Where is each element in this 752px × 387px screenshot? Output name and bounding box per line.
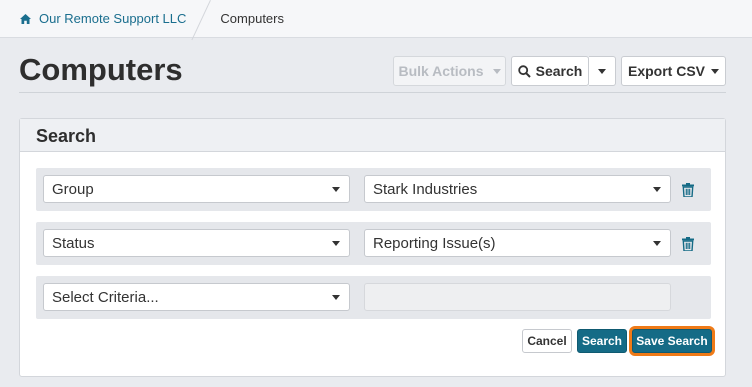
criteria-value: Reporting Issue(s) xyxy=(373,235,496,252)
trash-icon[interactable] xyxy=(682,237,694,251)
chevron-down-icon xyxy=(492,68,501,74)
criteria-value-select[interactable]: Reporting Issue(s) xyxy=(364,229,671,257)
criteria-field-select[interactable]: Status xyxy=(43,229,350,257)
search-button[interactable]: Search xyxy=(577,329,627,353)
criteria-row: Status Reporting Issue(s) xyxy=(36,222,711,265)
chevron-down-icon xyxy=(711,68,719,74)
search-panel-title: Search xyxy=(20,119,725,152)
criteria-field-select[interactable]: Select Criteria... xyxy=(43,283,350,311)
breadcrumb-org-label[interactable]: Our Remote Support LLC xyxy=(39,11,186,26)
search-panel: Search Group Stark Industries Status Rep… xyxy=(19,118,726,377)
save-search-label: Save Search xyxy=(636,334,708,348)
cancel-button[interactable]: Cancel xyxy=(522,329,572,353)
chevron-down-icon xyxy=(332,187,340,192)
search-toggle-label: Search xyxy=(535,63,583,79)
criteria-field-value: Status xyxy=(52,235,95,252)
search-options-dropdown[interactable] xyxy=(589,56,616,86)
export-csv-label: Export CSV xyxy=(627,63,705,79)
criteria-field-value: Group xyxy=(52,181,94,198)
chevron-down-icon xyxy=(653,241,661,246)
criteria-field-placeholder: Select Criteria... xyxy=(52,289,159,306)
trash-icon[interactable] xyxy=(682,183,694,197)
breadcrumb-home-link[interactable]: Our Remote Support LLC xyxy=(0,0,186,38)
criteria-row: Group Stark Industries xyxy=(36,168,711,211)
criteria-row: Select Criteria... xyxy=(36,276,711,319)
chevron-down-icon xyxy=(653,187,661,192)
home-icon xyxy=(20,13,31,24)
title-divider xyxy=(19,92,726,93)
chevron-down-icon xyxy=(598,68,606,74)
chevron-down-icon xyxy=(332,295,340,300)
save-search-button[interactable]: Save Search xyxy=(632,329,712,353)
criteria-field-select[interactable]: Group xyxy=(43,175,350,203)
criteria-value: Stark Industries xyxy=(373,181,478,198)
criteria-value-input xyxy=(364,283,671,311)
breadcrumb-current: Computers xyxy=(220,11,284,26)
search-toggle-button[interactable]: Search xyxy=(511,56,589,86)
breadcrumb: Our Remote Support LLC Computers xyxy=(0,0,752,38)
bulk-actions-button[interactable]: Bulk Actions xyxy=(393,56,506,86)
search-label: Search xyxy=(581,334,623,348)
breadcrumb-separator xyxy=(198,0,216,38)
page-title: Computers xyxy=(19,52,183,87)
chevron-down-icon xyxy=(332,241,340,246)
export-csv-button[interactable]: Export CSV xyxy=(621,56,726,86)
criteria-value-select[interactable]: Stark Industries xyxy=(364,175,671,203)
cancel-label: Cancel xyxy=(527,334,567,348)
search-icon xyxy=(517,64,531,78)
bulk-actions-label: Bulk Actions xyxy=(398,63,484,79)
